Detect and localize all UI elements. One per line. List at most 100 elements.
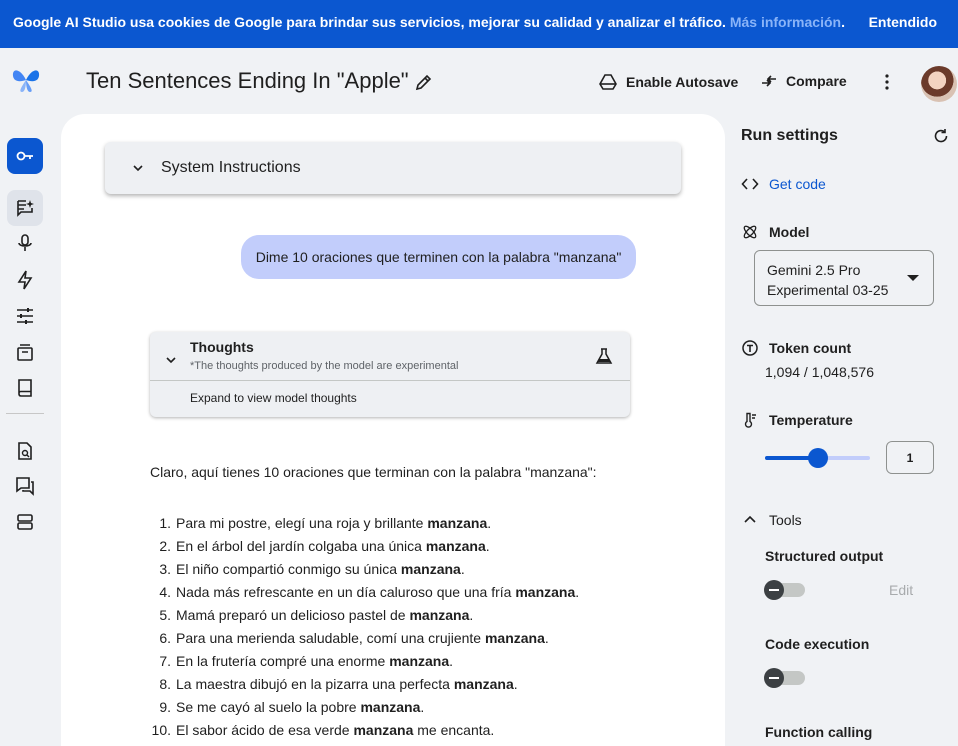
- more-vert-icon[interactable]: [878, 72, 896, 92]
- book-icon[interactable]: [14, 377, 36, 399]
- enable-autosave-button[interactable]: Enable Autosave: [598, 72, 738, 92]
- toggle-knob: [764, 580, 784, 600]
- structured-output-label: Structured output: [765, 548, 884, 564]
- slider-thumb[interactable]: [807, 448, 828, 468]
- reset-icon[interactable]: [932, 127, 950, 145]
- list-item-text-end: .: [485, 538, 490, 554]
- expand-thoughts-link[interactable]: Expand to view model thoughts: [190, 391, 357, 405]
- list-item-text-start: En la frutería compré una enorme: [176, 653, 390, 669]
- model-answer-intro: Claro, aquí tienes 10 oraciones que term…: [150, 464, 597, 480]
- list-item-text: Mamá preparó un delicioso pastel de manz…: [176, 606, 473, 629]
- get-code-label: Get code: [769, 176, 826, 192]
- cookie-period: .: [841, 14, 845, 30]
- token-count-label: Token count: [769, 340, 852, 356]
- answer-list-item: 5. Mamá preparó un delicioso pastel de ma…: [150, 606, 690, 629]
- user-message-bubble: Dime 10 oraciones que terminen con la pa…: [241, 235, 636, 279]
- list-item-bold-word: manzana: [427, 515, 488, 531]
- cookie-message: Google AI Studio usa cookies de Google p…: [13, 14, 845, 30]
- list-item-text: En el árbol del jardín colgaba una única…: [176, 537, 490, 560]
- list-item-text-start: La maestra dibujó en la pizarra una perf…: [176, 676, 454, 692]
- list-item-number: 8.: [159, 676, 171, 692]
- list-item-text: El sabor ácido de esa verde manzana me e…: [176, 721, 494, 744]
- library-icon[interactable]: [14, 341, 36, 363]
- key-icon: [16, 151, 33, 161]
- ai-studio-logo-icon[interactable]: [10, 66, 42, 94]
- prompt-title: Ten Sentences Ending In "Apple": [86, 68, 409, 93]
- cookie-more-info-link[interactable]: Más información: [730, 14, 841, 30]
- list-item-number: 4.: [159, 584, 171, 600]
- structured-output-toggle[interactable]: [764, 580, 805, 600]
- list-item-text: Se me cayó al suelo la pobre manzana.: [176, 698, 424, 721]
- answer-list-item: 6. Para una merienda saludable, comí una …: [150, 629, 690, 652]
- list-item-text-start: Para mi postre, elegí una roja y brillan…: [176, 515, 428, 531]
- list-item-text: El niño compartió conmigo su única manza…: [176, 560, 465, 583]
- list-item-text-end: .: [575, 584, 580, 600]
- thermometer-icon: [744, 412, 756, 428]
- cookie-banner: Google AI Studio usa cookies de Google p…: [0, 0, 958, 48]
- token-count-heading: Token count: [741, 339, 851, 357]
- list-item-text-start: Para una merienda saludable, comí una cr…: [176, 630, 485, 646]
- model-select[interactable]: Gemini 2.5 Pro Experimental 03-25: [754, 250, 934, 306]
- get-code-button[interactable]: Get code: [741, 175, 826, 193]
- list-item-text-start: En el árbol del jardín colgaba una única: [176, 538, 426, 554]
- list-item-text-end: .: [449, 653, 454, 669]
- model-heading: Model: [741, 223, 809, 241]
- storage-icon[interactable]: [14, 511, 36, 533]
- compare-button[interactable]: Compare: [760, 72, 847, 90]
- structured-output-edit-link[interactable]: Edit: [889, 582, 913, 598]
- code-execution-toggle[interactable]: [764, 668, 805, 688]
- list-item-text-end: .: [469, 607, 474, 623]
- list-item-text: La maestra dibujó en la pizarra una perf…: [176, 675, 518, 698]
- chevron-down-icon[interactable]: [131, 161, 145, 175]
- model-name-line2: Experimental 03-25: [767, 282, 889, 298]
- toggle-knob: [764, 668, 784, 688]
- list-item-number: 3.: [159, 561, 171, 577]
- temperature-input[interactable]: 1: [886, 441, 934, 474]
- list-item-number: 9.: [159, 699, 171, 715]
- list-item-number: 6.: [159, 630, 171, 646]
- cookie-accept-button[interactable]: Entendido: [869, 14, 937, 30]
- microphone-icon[interactable]: [14, 232, 36, 254]
- user-avatar[interactable]: [921, 66, 957, 102]
- list-item-text-start: Se me cayó al suelo la pobre: [176, 699, 361, 715]
- chevron-up-icon: [744, 515, 756, 523]
- chevron-down-icon[interactable]: [164, 353, 178, 367]
- list-item-text-end: me encanta.: [413, 722, 495, 738]
- list-item-bold-word: manzana: [389, 653, 450, 669]
- function-calling-label: Function calling: [765, 724, 873, 740]
- system-instructions-label: System Instructions: [161, 159, 301, 176]
- autosave-label: Enable Autosave: [626, 74, 739, 90]
- tune-icon[interactable]: [14, 305, 36, 327]
- list-item-text: Nada más refrescante en un día caluroso …: [176, 583, 579, 606]
- thoughts-subtitle: *The thoughts produced by the model are …: [190, 360, 459, 372]
- temperature-slider[interactable]: [765, 447, 870, 469]
- thoughts-divider: [150, 380, 630, 381]
- tools-heading[interactable]: Tools: [741, 511, 802, 529]
- pencil-icon[interactable]: [414, 72, 434, 92]
- token-count-value: 1,094 / 1,048,576: [765, 364, 874, 380]
- answer-list-item: 7. En la frutería compré una enorme manza…: [150, 652, 690, 675]
- system-instructions-panel[interactable]: System Instructions: [105, 142, 681, 194]
- list-item-number: 1.: [159, 515, 171, 531]
- model-atom-icon: [743, 225, 757, 239]
- run-settings-title: Run settings: [741, 127, 838, 144]
- code-execution-label: Code execution: [765, 636, 870, 652]
- list-item-number: 2.: [159, 538, 171, 554]
- list-item-text-start: El niño compartió conmigo su única: [176, 561, 401, 577]
- answer-list-item: 2. En el árbol del jardín colgaba una úni…: [150, 537, 690, 560]
- list-item-text-end: .: [544, 630, 549, 646]
- forum-icon[interactable]: [14, 475, 36, 497]
- run-settings-panel: Run settings Get code Model Gemini 2.5 P…: [725, 114, 958, 746]
- chat-spark-icon: [17, 200, 34, 217]
- answer-list-item: 3. El niño compartió conmigo su única man…: [150, 560, 690, 583]
- nav-chat-prompt[interactable]: [7, 190, 43, 226]
- thoughts-panel[interactable]: Thoughts *The thoughts produced by the m…: [150, 332, 630, 417]
- temperature-value: 1: [906, 450, 914, 465]
- bolt-icon[interactable]: [14, 269, 36, 291]
- answer-list-item: 4. Nada más refrescante en un día caluros…: [150, 583, 690, 606]
- answer-list-item: 10. El sabor ácido de esa verde manzana m…: [150, 721, 690, 744]
- nav-get-api-key[interactable]: [7, 138, 43, 174]
- document-search-icon[interactable]: [14, 440, 36, 462]
- list-item-text: Para una merienda saludable, comí una cr…: [176, 629, 549, 652]
- list-item-text-start: El sabor ácido de esa verde: [176, 722, 354, 738]
